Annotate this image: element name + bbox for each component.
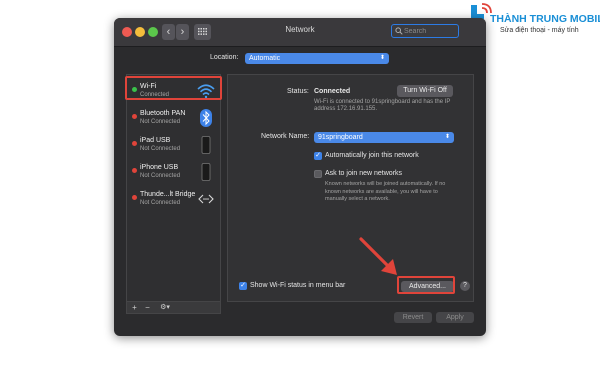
service-action-menu[interactable]: ⚙▾ xyxy=(156,302,174,313)
brand-name: THÀNH TRUNG MOBILE xyxy=(490,13,600,25)
status-dot-icon xyxy=(132,114,137,119)
auto-join-checkbox[interactable]: ✓ xyxy=(314,152,322,160)
bridge-icon xyxy=(198,194,214,204)
wifi-highlight-box xyxy=(125,76,222,100)
status-dot-icon xyxy=(132,168,137,173)
ask-join-checkbox[interactable] xyxy=(314,170,322,178)
service-item-iphone-usb[interactable]: iPhone USB Not Connected xyxy=(127,159,220,186)
chevron-updown-icon: ⬍ xyxy=(444,134,450,140)
network-name-value: 91springboard xyxy=(318,134,363,141)
tutorial-arrow-icon xyxy=(359,237,397,275)
revert-button[interactable]: Revert xyxy=(394,312,432,323)
add-service-button[interactable]: + xyxy=(129,302,140,313)
location-label: Location: xyxy=(210,54,239,61)
phone-icon xyxy=(201,136,211,154)
brand-tagline: Sửa điện thoại - máy tính xyxy=(500,27,579,34)
phone-icon xyxy=(201,163,211,181)
title-bar: ‹ › Network xyxy=(114,18,486,47)
service-name: iPad USB xyxy=(140,137,171,144)
service-item-thunderbolt-bridge[interactable]: Thunde...lt Bridge Not Connected xyxy=(127,186,220,213)
service-status: Not Connected xyxy=(140,119,181,125)
service-name: Bluetooth PAN xyxy=(140,110,186,117)
network-preferences-window: ‹ › Network Location: Automatic ⬍ xyxy=(114,18,486,336)
status-dot-icon xyxy=(132,141,137,146)
search-input[interactable] xyxy=(404,26,456,37)
ask-join-label: Ask to join new networks xyxy=(325,170,403,177)
service-name: iPhone USB xyxy=(140,164,179,171)
status-label: Status: xyxy=(287,88,309,95)
service-list-toolbar: + − ⚙▾ xyxy=(126,302,221,314)
service-status: Not Connected xyxy=(140,146,181,152)
wifi-detail-pane: Status: Connected Turn Wi-Fi Off Wi-Fi i… xyxy=(227,74,474,302)
menu-bar-checkbox[interactable]: ✓ xyxy=(239,282,247,290)
search-icon xyxy=(395,27,403,35)
help-button[interactable]: ? xyxy=(460,281,470,291)
service-name: Thunde...lt Bridge xyxy=(140,191,196,198)
search-field[interactable] xyxy=(391,24,459,38)
network-name-popup[interactable]: 91springboard ⬍ xyxy=(314,132,454,143)
location-popup[interactable]: Automatic ⬍ xyxy=(245,53,389,64)
bluetooth-icon xyxy=(200,109,212,127)
turn-wifi-off-button[interactable]: Turn Wi-Fi Off xyxy=(397,85,453,97)
auto-join-label: Automatically join this network xyxy=(325,152,419,159)
status-description: Wi-Fi is connected to 91springboard and … xyxy=(314,99,451,112)
remove-service-button[interactable]: − xyxy=(142,302,153,313)
chevron-updown-icon: ⬍ xyxy=(379,55,385,61)
status-dot-icon xyxy=(132,195,137,200)
apply-button[interactable]: Apply xyxy=(436,312,474,323)
service-item-ipad-usb[interactable]: iPad USB Not Connected xyxy=(127,132,220,159)
service-list: Wi-Fi Connected Bluetooth PAN Not Connec… xyxy=(126,74,221,302)
location-value: Automatic xyxy=(249,55,281,62)
service-status: Not Connected xyxy=(140,200,181,206)
service-status: Not Connected xyxy=(140,173,181,179)
network-name-label: Network Name: xyxy=(261,133,310,140)
menu-bar-label: Show Wi-Fi status in menu bar xyxy=(250,282,346,289)
service-item-bluetooth-pan[interactable]: Bluetooth PAN Not Connected xyxy=(127,105,220,132)
status-value: Connected xyxy=(314,88,351,95)
ask-join-note: Known networks will be joined automatica… xyxy=(325,181,446,202)
